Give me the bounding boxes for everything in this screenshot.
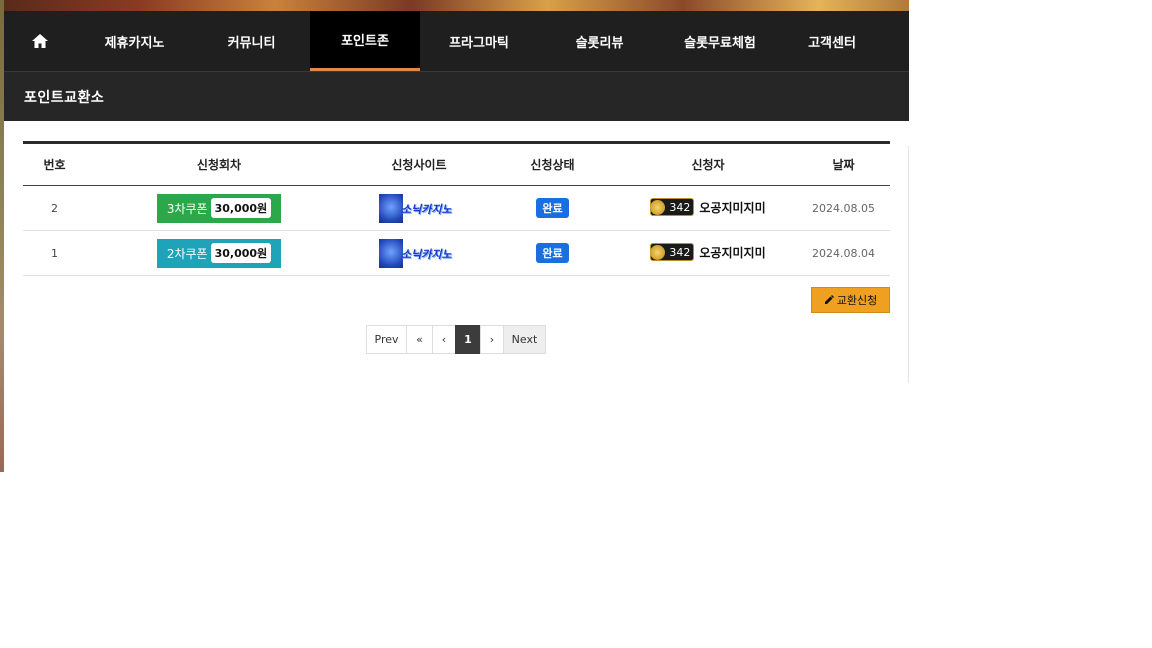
nav-item-slot-review[interactable]: 슬롯리뷰 [538, 11, 661, 71]
pencil-icon [824, 295, 834, 304]
col-header-site: 신청사이트 [352, 144, 486, 186]
col-header-number: 번호 [23, 144, 86, 186]
coin-icon [650, 244, 666, 260]
sonic-face-icon [379, 193, 403, 223]
col-header-applicant: 신청자 [619, 144, 797, 186]
row-applicant-cell: 342 오공지미지미 [619, 185, 797, 231]
nav-item-community[interactable]: 커뮤니티 [193, 11, 310, 71]
coupon-badge[interactable]: 2차쿠폰 30,000원 [156, 238, 282, 268]
nav-item-pragmatic[interactable]: 프라그마틱 [420, 11, 538, 71]
col-header-date: 날짜 [797, 144, 890, 186]
applicant-name: 오공지미지미 [699, 245, 766, 260]
site-logo-text: 소닉카지노 [401, 202, 452, 216]
row-applicant-cell: 342 오공지미지미 [619, 230, 797, 276]
exchange-table: 번호 신청회차 신청사이트 신청상태 신청자 날짜 2 3차쿠폰 30,000원 [23, 141, 890, 276]
applicant[interactable]: 342 오공지미지미 [650, 198, 766, 217]
row-date: 2024.08.04 [797, 230, 890, 276]
top-banner-image [4, 0, 909, 11]
exchange-request-label: 교환신청 [836, 294, 878, 307]
nav-item-support[interactable]: 고객센터 [779, 11, 885, 71]
row-number: 2 [23, 185, 86, 231]
row-date: 2024.08.05 [797, 185, 890, 231]
status-badge: 완료 [536, 198, 569, 218]
applicant[interactable]: 342 오공지미지미 [650, 243, 766, 262]
sonic-face-icon [379, 238, 403, 268]
table-row: 2 3차쿠폰 30,000원 소닉카지노 완료 342 오공지미지미 2024.… [23, 185, 890, 231]
page-title: 포인트교환소 [4, 72, 909, 121]
row-number: 1 [23, 230, 86, 276]
home-button[interactable] [4, 11, 76, 71]
coupon-amount: 30,000원 [210, 243, 272, 263]
previous-arrow-button[interactable]: ‹ [432, 325, 456, 354]
nav-item-partner-casino[interactable]: 제휴카지노 [76, 11, 193, 71]
level-badge: 342 [650, 198, 695, 217]
level-number: 342 [669, 245, 691, 259]
col-header-round: 신청회차 [86, 144, 352, 186]
row-site-cell: 소닉카지노 [352, 185, 486, 231]
row-round-cell: 2차쿠폰 30,000원 [86, 230, 352, 276]
next-arrow-button[interactable]: › [480, 325, 504, 354]
table-row: 1 2차쿠폰 30,000원 소닉카지노 완료 342 오공지미지미 2024.… [23, 230, 890, 276]
next-page-button[interactable]: Next [503, 325, 546, 354]
row-status-cell: 완료 [486, 185, 619, 231]
main-nav: 제휴카지노 커뮤니티 포인트존 프라그마틱 슬롯리뷰 슬롯무료체험 고객센터 [4, 11, 909, 72]
site-logo[interactable]: 소닉카지노 [379, 238, 459, 268]
content-divider [908, 146, 909, 383]
row-site-cell: 소닉카지노 [352, 230, 486, 276]
col-header-status: 신청상태 [486, 144, 619, 186]
applicant-name: 오공지미지미 [699, 200, 766, 215]
level-badge: 342 [650, 243, 695, 262]
coupon-label: 2차쿠폰 [166, 246, 208, 261]
coupon-label: 3차쿠폰 [166, 201, 208, 216]
coupon-amount: 30,000원 [210, 198, 272, 218]
page-1-button[interactable]: 1 [455, 325, 481, 354]
site-logo[interactable]: 소닉카지노 [379, 193, 459, 223]
first-page-button[interactable]: « [406, 325, 433, 354]
home-icon [32, 34, 48, 48]
level-number: 342 [669, 200, 691, 214]
status-badge: 완료 [536, 243, 569, 263]
nav-item-point-zone[interactable]: 포인트존 [310, 11, 420, 71]
pagination: Prev « ‹ 1 › Next [366, 325, 546, 354]
prev-page-button[interactable]: Prev [366, 325, 407, 354]
coupon-badge[interactable]: 3차쿠폰 30,000원 [156, 193, 282, 223]
nav-item-free-slot[interactable]: 슬롯무료체험 [661, 11, 779, 71]
row-status-cell: 완료 [486, 230, 619, 276]
row-round-cell: 3차쿠폰 30,000원 [86, 185, 352, 231]
table-header-row: 번호 신청회차 신청사이트 신청상태 신청자 날짜 [23, 144, 890, 186]
coin-icon [650, 199, 666, 215]
site-logo-text: 소닉카지노 [401, 247, 452, 261]
exchange-request-button[interactable]: 교환신청 [811, 287, 890, 313]
